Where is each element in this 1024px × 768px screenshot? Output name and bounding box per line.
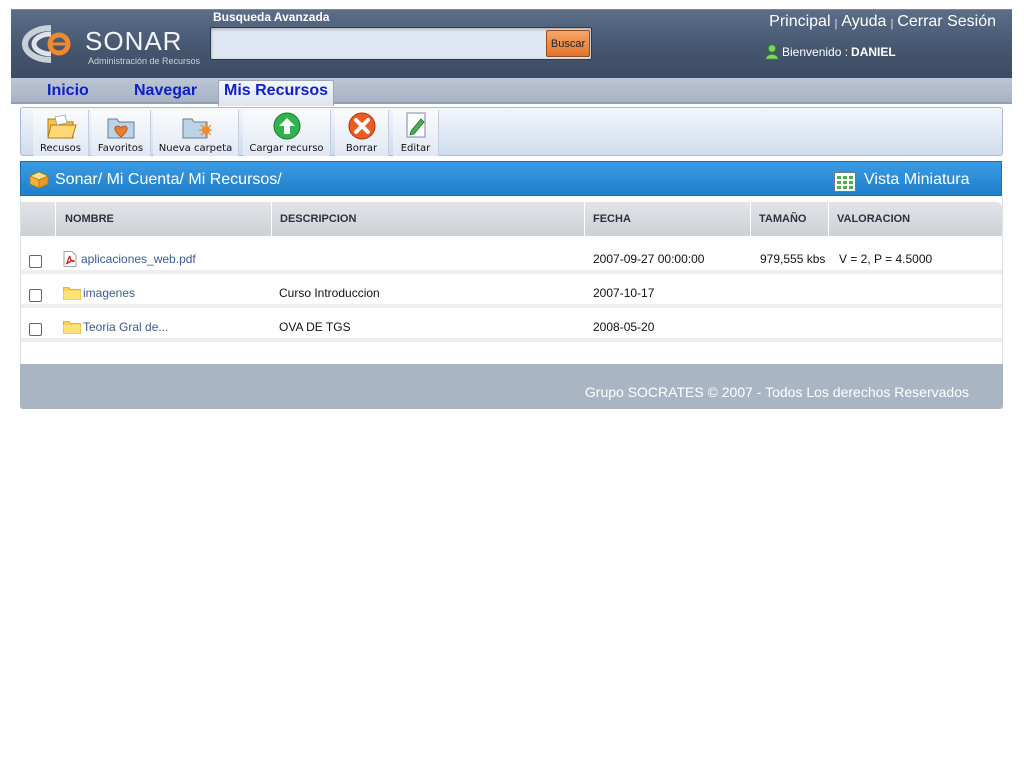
search-input[interactable] (215, 31, 543, 56)
advanced-search-link[interactable]: Busqueda Avanzada (213, 10, 329, 24)
copyright-text: Grupo SOCRATES © 2007 - Todos Los derech… (584, 384, 969, 400)
column-header-name[interactable]: NOMBRE (55, 202, 271, 242)
breadcrumb: Sonar/ Mi Cuenta/ Mi Recursos/ (55, 171, 282, 188)
resource-date: 2007-09-27 00:00:00 (593, 252, 705, 266)
tab-mis-recursos[interactable]: Mis Recursos (218, 80, 335, 106)
row-checkbox[interactable] (29, 323, 42, 336)
upload-resource-button[interactable]: Cargar recurso (243, 110, 331, 156)
header: SONAR Administración de Recursos Busqued… (11, 9, 1012, 78)
row-checkbox[interactable] (29, 255, 42, 268)
box-icon (29, 171, 49, 189)
resource-name-link[interactable]: aplicaciones_web.pdf (81, 252, 196, 266)
search-box: Buscar (210, 27, 592, 60)
favorites-button[interactable]: Favoritos (91, 110, 151, 156)
column-header-rating[interactable]: VALORACION (828, 202, 1002, 242)
toolbar-label: Borrar (345, 143, 378, 154)
welcome-prefix: Bienvenido : (782, 45, 849, 59)
table-header: NOMBRE DESCRIPCION FECHA TAMAÑO VALORACI… (21, 202, 1002, 242)
sonar-logo[interactable]: SONAR Administración de Recursos (21, 22, 211, 66)
table-row: Teoria Gral de... OVA DE TGS 2008-05-20 (21, 312, 1002, 342)
toolbar-label: Editar (400, 143, 431, 154)
column-header-size[interactable]: TAMAÑO (750, 202, 828, 242)
pdf-icon (63, 251, 77, 267)
table-row: aplicaciones_web.pdf 2007-09-27 00:00:00… (21, 244, 1002, 274)
resource-name-link[interactable]: imagenes (83, 286, 135, 300)
resource-rating: V = 2, P = 4.5000 (839, 252, 933, 266)
logo-text: SONAR (85, 26, 183, 56)
tab-bar: Inicio Navegar Mis Recursos (11, 78, 1012, 106)
column-header-date[interactable]: FECHA (584, 202, 750, 242)
logo-subtitle: Administración de Recursos (88, 56, 201, 66)
resource-name-link[interactable]: Teoria Gral de... (83, 320, 168, 334)
user-icon (765, 44, 779, 60)
resources-table: NOMBRE DESCRIPCION FECHA TAMAÑO VALORACI… (20, 196, 1003, 364)
breadcrumb-bar: Sonar/ Mi Cuenta/ Mi Recursos/ Vista Min… (20, 161, 1002, 196)
toolbar-label: Cargar recurso (249, 143, 324, 154)
link-separator: | (834, 18, 838, 30)
tab-inicio[interactable]: Inicio (47, 82, 89, 100)
search-button[interactable]: Buscar (546, 30, 590, 57)
delete-icon (348, 112, 375, 140)
footer: Grupo SOCRATES © 2007 - Todos Los derech… (20, 364, 1003, 409)
principal-link[interactable]: Principal (769, 13, 830, 30)
new-folder-icon (182, 118, 212, 139)
edit-button[interactable]: Editar (393, 110, 439, 156)
resource-date: 2008-05-20 (593, 320, 655, 334)
username: DANIEL (851, 45, 896, 59)
toolbar-label: Favoritos (97, 143, 144, 154)
toolbar-label: Nueva carpeta (158, 143, 233, 154)
sonar-logo-icon (21, 25, 71, 63)
toolbar-label: Recusos (39, 143, 82, 154)
toolbar: Recusos Favoritos Nueva carpeta Cargar r… (20, 107, 1003, 156)
upload-icon (273, 112, 300, 140)
row-checkbox[interactable] (29, 289, 42, 302)
resource-size: 979,555 kbs (760, 252, 826, 266)
top-links: Principal | Ayuda | Cerrar Sesión (769, 13, 996, 31)
table-row: imagenes Curso Introduccion 2007-10-17 (21, 278, 1002, 308)
thumbnail-view-icon[interactable] (834, 172, 856, 192)
help-link[interactable]: Ayuda (841, 13, 886, 30)
new-folder-button[interactable]: Nueva carpeta (153, 110, 239, 156)
tab-navegar[interactable]: Navegar (134, 82, 197, 100)
folder-icon (63, 287, 81, 300)
column-header-description[interactable]: DESCRIPCION (271, 202, 584, 242)
folder-open-icon (46, 114, 77, 139)
resource-date: 2007-10-17 (593, 286, 655, 300)
resource-description: OVA DE TGS (279, 320, 351, 334)
delete-button[interactable]: Borrar (335, 110, 389, 156)
folder-icon (63, 321, 81, 334)
resources-button[interactable]: Recusos (33, 110, 89, 156)
link-separator: | (890, 18, 894, 30)
thumbnail-view-link[interactable]: Vista Miniatura (864, 171, 970, 189)
logout-link[interactable]: Cerrar Sesión (897, 13, 996, 30)
welcome-message: Bienvenido : DANIEL (765, 44, 896, 60)
edit-icon (406, 112, 425, 138)
favorite-folder-icon (107, 118, 134, 139)
resource-description: Curso Introduccion (279, 286, 380, 300)
